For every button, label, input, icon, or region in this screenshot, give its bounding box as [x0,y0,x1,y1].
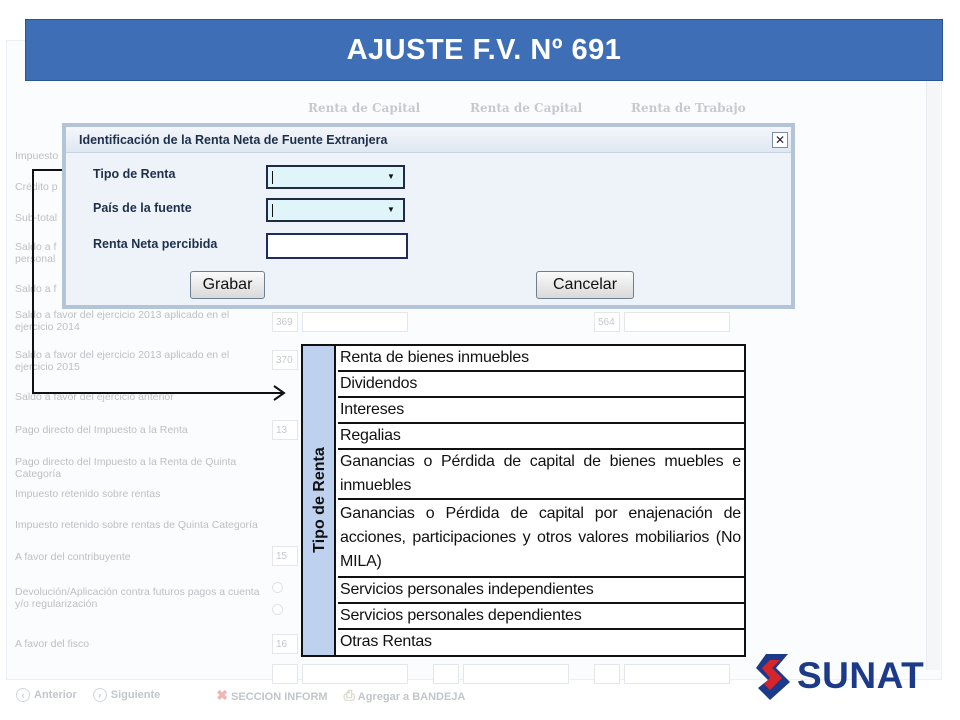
close-icon: ✖ [216,686,229,703]
arrow-left-icon: ‹ [16,688,30,702]
renta-neta-label: Renta Neta percibida [93,237,218,251]
text-cursor [272,204,273,217]
dialog-title: Identificación de la Renta Neta de Fuent… [79,133,388,147]
row-label: Devolución/Aplicación contra futuros pag… [15,586,260,610]
row-label: A favor del fisco [15,638,90,650]
renta-extranjera-dialog: Identificación de la Renta Neta de Fuent… [62,123,795,309]
table-row: Servicios personales dependientes [338,604,744,630]
code-box: 564 [594,312,620,332]
table-row: Servicios personales independientes [338,578,744,604]
code-box: 15 [272,546,298,566]
pais-fuente-label: País de la fuente [93,201,192,215]
seccion-inform-button[interactable]: ✖ SECCION INFORM [216,687,327,704]
renta-neta-input[interactable] [266,233,408,259]
dialog-header: Identificación de la Renta Neta de Fuent… [66,127,791,153]
radio-button[interactable] [272,604,283,615]
table-side-header: Tipo de Renta [303,346,336,655]
row-label: Saldo a favor del ejercicio 2013 aplicad… [15,309,230,333]
row-label: Saldo a favor del ejercicio 2013 aplicad… [15,349,230,373]
tipo-renta-select[interactable]: ▼ [266,165,405,189]
table-row: Intereses [338,398,744,424]
table-row: Regalias [338,424,744,450]
table-row: Renta de bienes inmuebles [338,346,744,372]
radio-button[interactable] [272,582,283,593]
close-button[interactable]: ✕ [772,132,788,148]
amount-input[interactable] [624,312,730,332]
table-row: Dividendos [338,372,744,398]
slide-title-banner: AJUSTE F.V. Nº 691 [25,19,943,81]
table-side-label: Tipo de Renta [311,447,328,553]
text-cursor [272,171,273,184]
code-box: 13 [272,420,298,440]
arrow-right-icon: › [92,688,107,702]
dropdown-arrow-icon[interactable]: ▼ [383,170,399,184]
slide-title: AJUSTE F.V. Nº 691 [346,33,622,66]
tipo-renta-table: Tipo de Renta Renta de bienes inmuebles … [301,344,746,657]
scrollbar[interactable] [926,80,940,670]
column-header: Renta de Capital [470,101,583,115]
table-row: Ganancias o Pérdida de capital por enaje… [338,500,744,578]
code-box: 16 [272,634,298,654]
column-header: Renta de Trabajo [631,101,746,115]
agregar-bandeja-button[interactable]: ⎙ Agregar a BANDEJA [344,687,466,704]
grabar-button[interactable]: Grabar [190,271,265,299]
row-label: A favor del contribuyente [15,551,131,563]
anterior-button[interactable]: ‹ Anterior [16,688,77,702]
row-label: Pago directo del Impuesto a la Renta [15,424,188,436]
table-rows: Renta de bienes inmuebles Dividendos Int… [338,346,744,654]
pais-fuente-select[interactable]: ▼ [266,198,405,222]
table-row: Otras Rentas [340,633,432,650]
code-box: 370 [272,350,298,370]
row-label: Impuesto retenido sobre rentas [15,488,161,500]
row-label: Saldo a favor del ejercicio anterior [15,391,174,403]
column-header: Renta de Capital [308,101,421,115]
tray-icon: ⎙ [343,686,355,703]
table-row: Ganancias o Pérdida de capital de bienes… [338,450,744,500]
row-label: Impuesto retenido sobre rentas de Quinta… [15,519,258,531]
amount-input[interactable] [302,312,408,332]
siguiente-button[interactable]: › Siguiente [92,688,160,702]
row-label: Pago directo del Impuesto a la Renta de … [15,456,237,480]
cancelar-button[interactable]: Cancelar [536,271,634,299]
code-box: 369 [272,312,298,332]
sunat-logo-text: SUNAT [797,655,925,696]
tipo-renta-label: Tipo de Renta [93,167,176,181]
dropdown-arrow-icon[interactable]: ▼ [383,203,399,217]
